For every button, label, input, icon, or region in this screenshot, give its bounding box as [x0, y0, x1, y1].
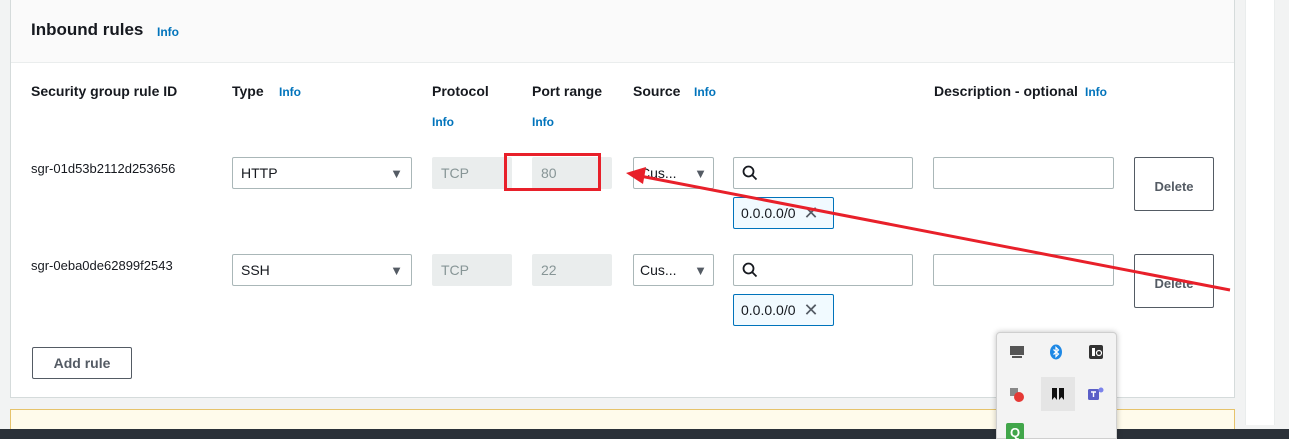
teams-icon[interactable]	[1085, 383, 1107, 405]
app-icon-2[interactable]	[1041, 377, 1075, 411]
monitor-icon[interactable]	[1006, 341, 1028, 363]
extension-icon[interactable]	[1006, 383, 1028, 405]
page: Inbound rules Info Security group rule I…	[0, 0, 1289, 439]
bluetooth-icon[interactable]	[1045, 341, 1067, 363]
system-tray-popup: Q	[996, 332, 1117, 439]
qt-icon[interactable]: Q	[1006, 423, 1024, 439]
app-icon[interactable]	[1085, 341, 1107, 363]
